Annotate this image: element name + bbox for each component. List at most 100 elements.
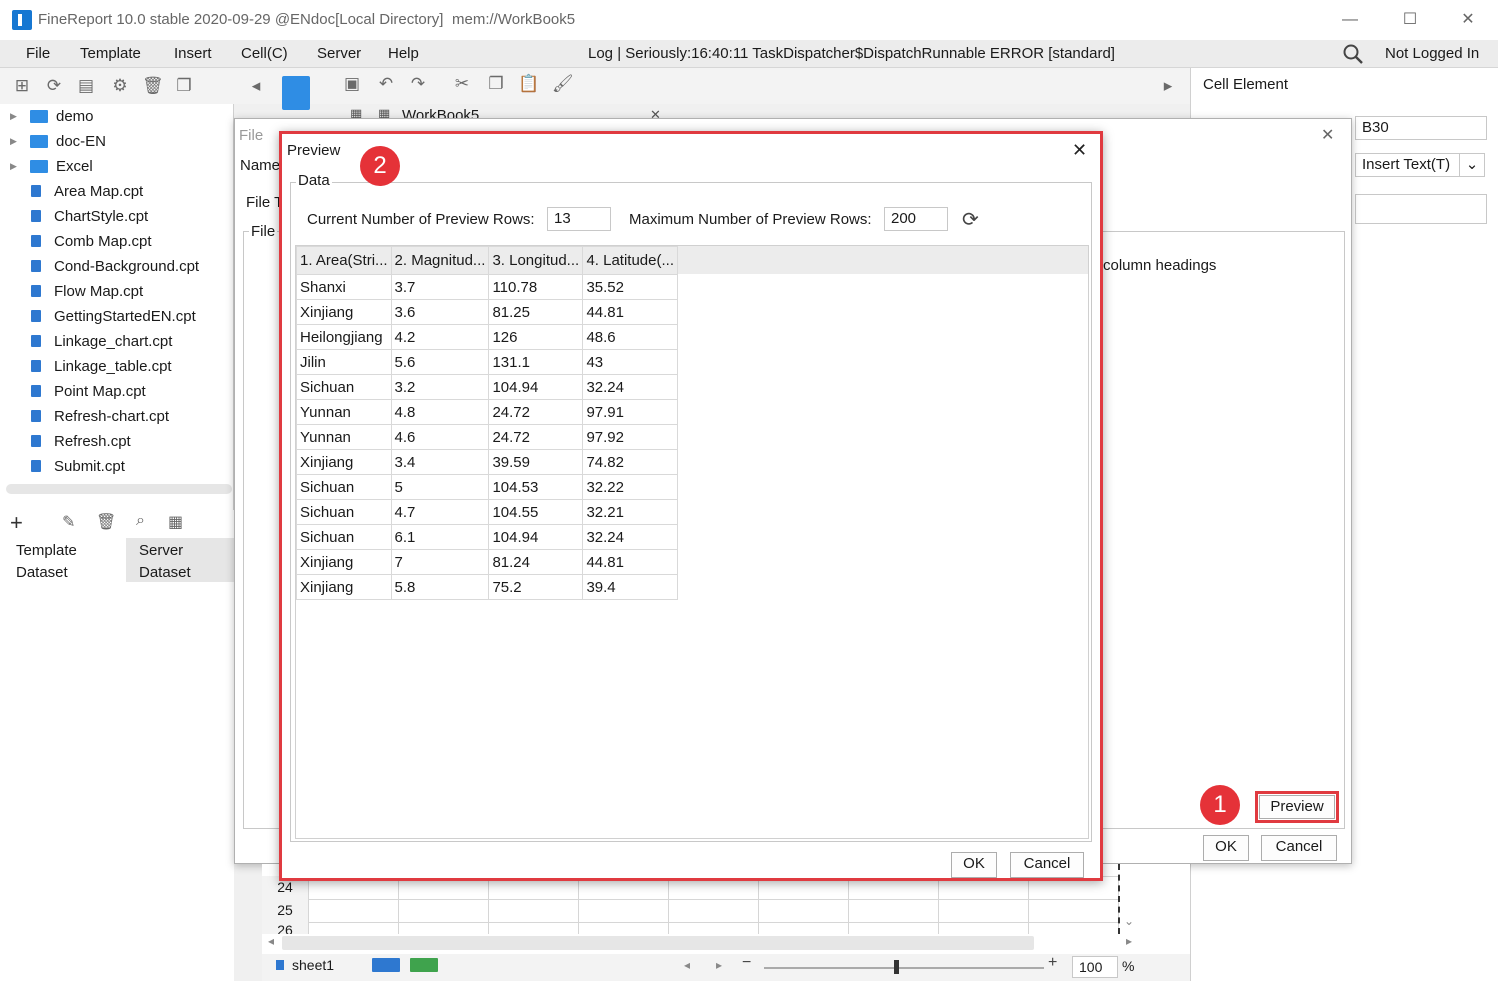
maximize-button[interactable]: ☐ xyxy=(1390,6,1430,34)
current-rows-input[interactable]: 13 xyxy=(547,207,611,231)
minimize-button[interactable]: — xyxy=(1330,6,1370,34)
row-header[interactable]: 25 xyxy=(262,898,308,922)
table-row[interactable]: Shanxi 3.7 110.78 35.52 xyxy=(296,274,678,300)
table-cell[interactable]: Heilongjiang xyxy=(296,324,392,350)
table-cell[interactable]: 3.4 xyxy=(390,449,490,475)
new-folder-icon[interactable]: ⊞ xyxy=(12,76,32,96)
table-row[interactable]: Sichuan 6.1 104.94 32.24 xyxy=(296,524,678,550)
table-cell[interactable]: Shanxi xyxy=(296,274,392,300)
cancel-button[interactable]: Cancel xyxy=(1261,835,1337,861)
table-cell[interactable]: 81.24 xyxy=(488,549,584,575)
table-cell[interactable]: 3.7 xyxy=(390,274,490,300)
table-row[interactable]: Yunnan 4.8 24.72 97.91 xyxy=(296,399,678,425)
table-cell[interactable]: Yunnan xyxy=(296,399,392,425)
sheet-tab[interactable]: sheet1 xyxy=(292,957,334,973)
delete-icon[interactable]: 🗑 xyxy=(142,76,164,96)
tree-file[interactable]: Cond-Background.cpt xyxy=(10,254,199,278)
table-cell[interactable]: 32.22 xyxy=(582,474,678,500)
tree-file[interactable]: Submit.cpt xyxy=(10,454,125,478)
table-row[interactable]: Xinjiang 3.4 39.59 74.82 xyxy=(296,449,678,475)
add-sheet-icon[interactable] xyxy=(372,958,400,972)
ok-button[interactable]: OK xyxy=(1203,835,1249,861)
table-cell[interactable]: 24.72 xyxy=(488,424,584,450)
open-icon[interactable]: ▤ xyxy=(76,76,96,96)
table-cell[interactable]: 104.94 xyxy=(488,524,584,550)
add-report-sheet-icon[interactable] xyxy=(410,958,438,972)
tree-folder-doc-en[interactable]: ▶ doc-EN xyxy=(10,129,106,153)
table-cell[interactable]: 97.91 xyxy=(582,399,678,425)
menu-insert[interactable]: Insert xyxy=(174,45,212,62)
copy-cells-icon[interactable]: ❐ xyxy=(486,74,506,94)
table-cell[interactable]: 32.24 xyxy=(582,374,678,400)
zoom-in-icon[interactable]: + xyxy=(1048,954,1057,972)
table-row[interactable]: Sichuan 4.7 104.55 32.21 xyxy=(296,499,678,525)
preview-cancel-button[interactable]: Cancel xyxy=(1010,852,1084,878)
tree-file[interactable]: GettingStartedEN.cpt xyxy=(10,304,196,328)
row-header[interactable]: 26 xyxy=(262,922,308,934)
table-cell[interactable]: Sichuan xyxy=(296,524,392,550)
menu-cell[interactable]: Cell(C) xyxy=(241,45,288,62)
table-cell[interactable]: 44.81 xyxy=(582,549,678,575)
table-cell[interactable]: 44.81 xyxy=(582,299,678,325)
table-cell[interactable]: 3.2 xyxy=(390,374,490,400)
tree-file[interactable]: Refresh.cpt xyxy=(10,429,131,453)
dialog-close-icon[interactable]: ✕ xyxy=(1321,125,1334,145)
cell-grid[interactable] xyxy=(308,876,1120,934)
table-cell[interactable]: Xinjiang xyxy=(296,449,392,475)
close-window-button[interactable]: ✕ xyxy=(1448,6,1488,34)
column-header[interactable]: 1. Area(Stri... xyxy=(296,246,392,275)
table-cell[interactable]: 7 xyxy=(390,549,490,575)
tree-scrollbar[interactable] xyxy=(6,484,232,494)
column-headings-label[interactable]: column headings xyxy=(1103,257,1216,274)
table-cell[interactable]: Xinjiang xyxy=(296,574,392,600)
tree-file[interactable]: Linkage_chart.cpt xyxy=(10,329,172,353)
table-row[interactable]: Yunnan 4.6 24.72 97.92 xyxy=(296,424,678,450)
column-header[interactable]: 3. Longitud... xyxy=(488,246,584,275)
table-cell[interactable]: Xinjiang xyxy=(296,299,392,325)
preview-ok-button[interactable]: OK xyxy=(951,852,997,878)
cell-address-input[interactable]: B30 xyxy=(1355,116,1487,140)
table-cell[interactable]: 97.92 xyxy=(582,424,678,450)
table-cell[interactable]: 4.8 xyxy=(390,399,490,425)
table-row[interactable]: Xinjiang 5.8 75.2 39.4 xyxy=(296,574,678,600)
menu-server[interactable]: Server xyxy=(317,45,361,62)
table-cell[interactable]: 104.55 xyxy=(488,499,584,525)
tree-file[interactable]: Area Map.cpt xyxy=(10,179,143,203)
max-rows-input[interactable]: 200 xyxy=(884,207,948,231)
next-sheet-icon[interactable]: ▸ xyxy=(716,958,722,972)
zoom-input[interactable]: 100 xyxy=(1072,956,1118,978)
search-icon[interactable] xyxy=(1342,43,1364,65)
collapse-right-icon[interactable]: ▸ xyxy=(1158,76,1178,96)
table-row[interactable]: Xinjiang 3.6 81.25 44.81 xyxy=(296,299,678,325)
table-cell[interactable]: 39.59 xyxy=(488,449,584,475)
add-dataset-icon[interactable]: + xyxy=(10,510,23,536)
table-cell[interactable]: 81.25 xyxy=(488,299,584,325)
table-cell[interactable]: 4.6 xyxy=(390,424,490,450)
edit-icon[interactable]: ✎ xyxy=(62,512,75,532)
tree-file[interactable]: Flow Map.cpt xyxy=(10,279,143,303)
tree-file[interactable]: Refresh-chart.cpt xyxy=(10,404,169,428)
menu-template[interactable]: Template xyxy=(80,45,141,62)
table-cell[interactable]: Sichuan xyxy=(296,474,392,500)
table-cell[interactable]: 39.4 xyxy=(582,574,678,600)
collapse-left-icon[interactable]: ◂ xyxy=(246,76,266,96)
dataset-settings-icon[interactable]: ▦ xyxy=(168,512,183,532)
menu-file[interactable]: File xyxy=(26,45,50,62)
table-cell[interactable]: 110.78 xyxy=(488,274,584,300)
column-header[interactable]: 4. Latitude(... xyxy=(582,246,678,275)
login-status[interactable]: Not Logged In xyxy=(1385,45,1479,62)
table-cell[interactable]: 6.1 xyxy=(390,524,490,550)
horizontal-scrollbar[interactable] xyxy=(282,936,1034,950)
cell-value-input[interactable] xyxy=(1355,194,1487,224)
table-row[interactable]: Jilin 5.6 131.1 43 xyxy=(296,349,678,375)
zoom-slider-handle[interactable] xyxy=(894,960,899,974)
menu-help[interactable]: Help xyxy=(388,45,419,62)
table-cell[interactable]: Jilin xyxy=(296,349,392,375)
format-painter-icon[interactable]: 🖌 xyxy=(552,74,574,94)
table-cell[interactable]: 75.2 xyxy=(488,574,584,600)
table-cell[interactable]: Sichuan xyxy=(296,499,392,525)
table-cell[interactable]: 43 xyxy=(582,349,678,375)
tree-folder-excel[interactable]: ▶ Excel xyxy=(10,154,93,178)
table-cell[interactable]: 5 xyxy=(390,474,490,500)
table-cell[interactable]: 5.6 xyxy=(390,349,490,375)
